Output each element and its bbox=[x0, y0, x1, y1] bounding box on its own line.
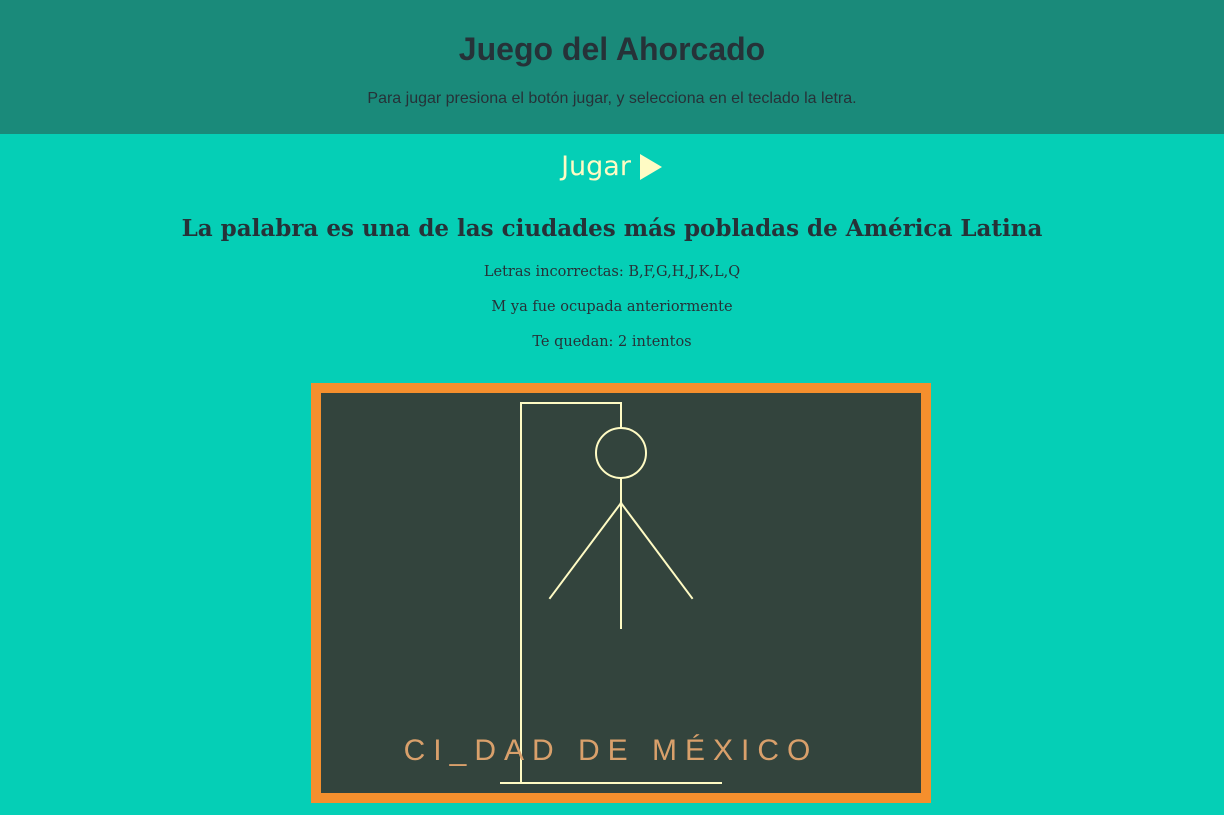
hangman-right-arm bbox=[619, 501, 694, 600]
wrong-letters: Letras incorrectas: B,F,G,H,J,K,L,Q bbox=[483, 264, 741, 280]
play-triangle-icon bbox=[639, 154, 662, 180]
play-button[interactable]: Jugar bbox=[540, 148, 684, 186]
hangman-head bbox=[595, 427, 647, 479]
page-title: Juego del Ahorcado bbox=[458, 31, 766, 67]
play-button-label: Jugar bbox=[561, 151, 631, 182]
page-header: Juego del Ahorcado Para jugar presiona e… bbox=[0, 0, 1224, 134]
attempts-remaining: Te quedan: 2 intentos bbox=[532, 334, 692, 350]
hangman-left-arm bbox=[548, 501, 623, 600]
repeated-letter-message: M ya fue ocupada anteriormente bbox=[491, 299, 733, 315]
hangman-board: CI_DAD DE MÉXICO bbox=[311, 383, 931, 803]
instructions-text: Para jugar presiona el botón jugar, y se… bbox=[367, 90, 857, 107]
guessed-word: CI_DAD DE MÉXICO bbox=[403, 734, 819, 767]
word-hint: La palabra es una de las ciudades más po… bbox=[181, 215, 1043, 242]
